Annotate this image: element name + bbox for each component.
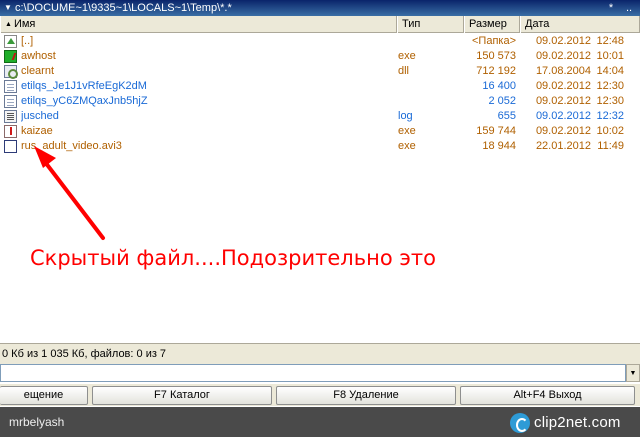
f8-delete-button[interactable]: F8 Удаление: [276, 386, 456, 405]
file-size: <Папка>: [472, 35, 516, 47]
file-time: 11:49: [597, 140, 624, 152]
column-date-label: Дата: [525, 18, 550, 30]
parent-dir-button[interactable]: ..: [622, 0, 636, 16]
file-row[interactable]: kaizae exe 159 744 09.02.2012 10:02: [0, 124, 640, 139]
file-time: 10:01: [596, 50, 624, 62]
document-icon: [4, 80, 17, 93]
current-path: c:\DOCUME~1\9335~1\LOCALS~1\Temp\*.*: [15, 2, 232, 14]
file-name: rus_adult_video.avi3: [21, 140, 122, 152]
file-date: 22.01.2012: [535, 140, 591, 152]
sort-ascending-icon: ▲: [5, 21, 12, 28]
file-date: 09.02.2012: [535, 95, 591, 107]
column-name[interactable]: ▲ Имя: [0, 16, 397, 33]
file-size: 150 573: [476, 50, 516, 62]
file-size: 712 192: [476, 65, 516, 77]
log-icon: [4, 110, 17, 123]
column-name-label: Имя: [13, 18, 36, 30]
column-header: ▲ Имя Тип Размер Дата: [0, 16, 640, 33]
file-row[interactable]: [..] <Папка> 09.02.2012 12:48: [0, 34, 640, 49]
annotation-text: Скрытый файл....Подозрительно это: [30, 246, 436, 270]
file-row[interactable]: etilqs_yC6ZMQaxJnb5hjZ 2 052 09.02.2012 …: [0, 94, 640, 109]
column-type[interactable]: Тип: [397, 16, 464, 33]
file-time: 14:04: [596, 65, 624, 77]
exit-button[interactable]: Alt+F4 Выход: [460, 386, 635, 405]
file-size: 18 944: [482, 140, 516, 152]
document-icon: [4, 95, 17, 108]
file-name: clearnt: [21, 65, 55, 77]
file-time: 12:32: [596, 110, 624, 122]
file-name: awhost: [21, 50, 56, 62]
command-line-input[interactable]: [0, 364, 626, 382]
file-time: 12:48: [596, 35, 624, 47]
file-list[interactable]: [..] <Папка> 09.02.2012 12:48 awhost exe…: [0, 34, 640, 342]
file-name: etilqs_yC6ZMQaxJnb5hjZ: [21, 95, 148, 107]
watermark-user: mrbelyash: [9, 415, 65, 429]
up-dir-icon: [4, 35, 17, 48]
column-size[interactable]: Размер: [464, 16, 520, 33]
file-date: 09.02.2012: [535, 35, 591, 47]
column-size-label: Размер: [469, 18, 507, 30]
file-date: 09.02.2012: [535, 110, 591, 122]
f7-mkdir-button[interactable]: F7 Каталог: [92, 386, 272, 405]
watermark-bar: mrbelyash clip2net.com: [0, 407, 640, 437]
path-bar[interactable]: ▼ c:\DOCUME~1\9335~1\LOCALS~1\Temp\*.* *…: [0, 0, 640, 16]
clip2net-logo-icon: [510, 413, 530, 433]
video-icon: [4, 140, 17, 153]
clip2net-logo-text: clip2net.com: [534, 414, 621, 431]
file-date: 09.02.2012: [535, 80, 591, 92]
file-name: kaizae: [21, 125, 53, 137]
filter-button[interactable]: *: [604, 0, 618, 16]
dll-icon: [4, 65, 18, 79]
file-row[interactable]: clearnt dll 712 192 17.08.2004 14:04: [0, 64, 640, 79]
clip2net-logo: clip2net.com: [510, 413, 635, 433]
status-bar: 0 Кб из 1 035 Кб, файлов: 0 из 7: [0, 343, 640, 364]
file-date: 09.02.2012: [535, 125, 591, 137]
file-date: 17.08.2004: [535, 65, 591, 77]
file-name: [..]: [21, 35, 34, 47]
file-name: jusched: [21, 110, 59, 122]
file-time: 12:30: [596, 95, 624, 107]
chevron-down-icon[interactable]: ▼: [4, 0, 12, 16]
exe-icon: [4, 50, 17, 63]
file-name: etilqs_Je1J1vRfeEgK2dM: [21, 80, 147, 92]
exe-icon: [4, 125, 17, 138]
function-key-bar: ещение F7 Каталог F8 Удаление Alt+F4 Вых…: [0, 384, 640, 406]
file-row[interactable]: jusched log 655 09.02.2012 12:32: [0, 109, 640, 124]
file-size: 655: [497, 110, 516, 122]
file-size: 159 744: [476, 125, 516, 137]
column-type-label: Тип: [402, 18, 421, 30]
file-row[interactable]: awhost exe 150 573 09.02.2012 10:01: [0, 49, 640, 64]
file-date: 09.02.2012: [535, 50, 591, 62]
column-date[interactable]: Дата: [520, 16, 640, 33]
file-row[interactable]: etilqs_Je1J1vRfeEgK2dM 16 400 09.02.2012…: [0, 79, 640, 94]
file-size: 2 052: [488, 95, 516, 107]
f6-move-button[interactable]: ещение: [0, 386, 88, 405]
chevron-down-icon[interactable]: ▼: [626, 364, 640, 382]
file-time: 10:02: [596, 125, 624, 137]
file-row[interactable]: rus_adult_video.avi3 exe 18 944 22.01.20…: [0, 139, 640, 154]
file-time: 12:30: [596, 80, 624, 92]
file-size: 16 400: [482, 80, 516, 92]
